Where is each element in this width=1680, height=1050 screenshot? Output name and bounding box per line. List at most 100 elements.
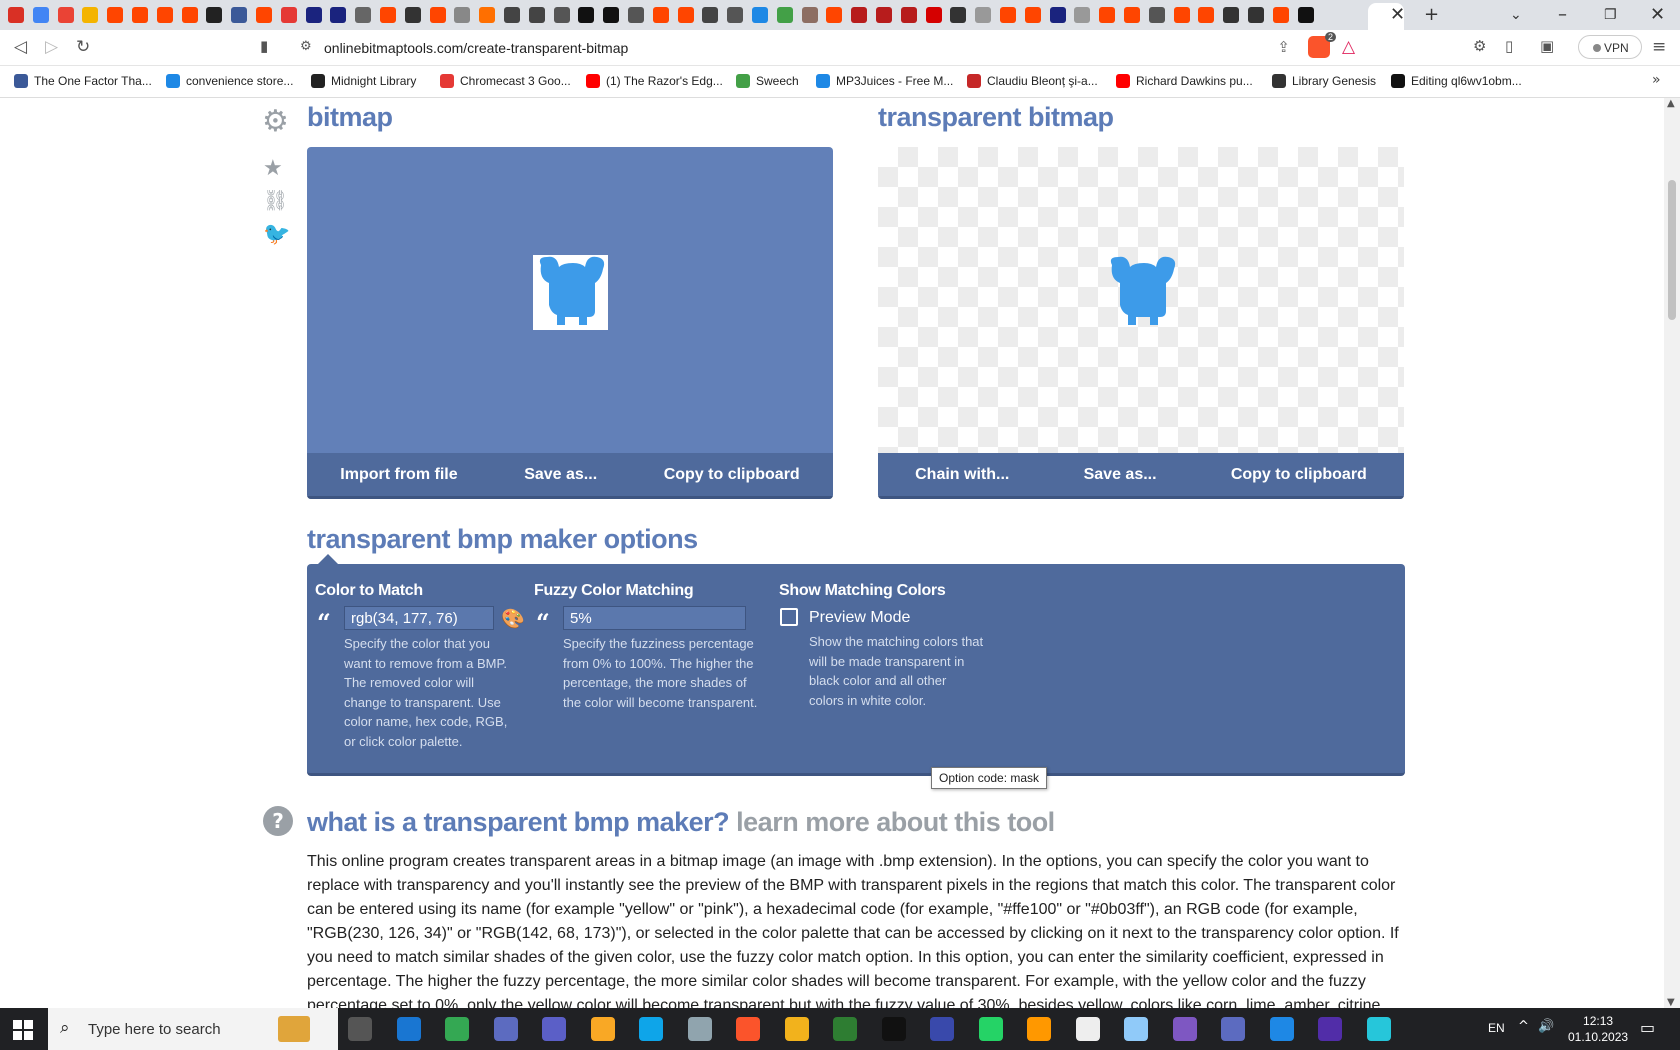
tray-chevron-icon[interactable]: ^: [1518, 1019, 1529, 1034]
new-tab-icon[interactable]: +: [1424, 4, 1439, 25]
pinned-tab[interactable]: [256, 7, 272, 23]
windows-start-icon[interactable]: [13, 1020, 33, 1040]
color-to-match-input[interactable]: rgb(34, 177, 76): [344, 606, 494, 630]
taskbar-app-icon[interactable]: [1221, 1017, 1245, 1041]
taskbar-app-icon[interactable]: [1027, 1017, 1051, 1041]
pinned-tab[interactable]: [181, 7, 198, 23]
taskbar-app-icon[interactable]: [1172, 1017, 1197, 1041]
taskbar-app-icon[interactable]: [978, 1017, 1003, 1041]
pinned-tab[interactable]: [1148, 7, 1165, 23]
pinned-tab[interactable]: [132, 7, 148, 23]
pinned-tab[interactable]: [752, 7, 768, 23]
taskbar-app-icon[interactable]: [590, 1017, 615, 1041]
pinned-tab[interactable]: [231, 7, 248, 23]
pinned-tab[interactable]: [454, 7, 471, 23]
pinned-tab[interactable]: [1000, 7, 1016, 23]
bookmark-item[interactable]: The One Factor Tha...: [14, 74, 152, 88]
taskbar-app-icon[interactable]: [1075, 1017, 1100, 1041]
bookmark-item[interactable]: Sweech: [736, 74, 799, 88]
volume-icon[interactable]: 🔊: [1538, 1019, 1554, 1034]
sidebar-icon[interactable]: ▯: [1505, 37, 1513, 55]
address-bar[interactable]: ⚙ onlinebitmaptools.com/create-transpare…: [290, 34, 1300, 62]
pinned-tab[interactable]: [504, 7, 520, 23]
pinned-tab[interactable]: [57, 7, 74, 23]
back-icon[interactable]: ◁: [14, 37, 27, 57]
bookmark-item[interactable]: Editing ql6wv1obm...: [1391, 74, 1522, 88]
pinned-tab[interactable]: [1297, 7, 1314, 23]
chain-with-button[interactable]: Chain with...: [915, 466, 1009, 484]
clock[interactable]: 12:13 01.10.2023: [1568, 1013, 1628, 1045]
more-bookmarks-icon[interactable]: »: [1652, 72, 1661, 88]
pinned-tab[interactable]: [280, 7, 297, 23]
pinned-tab[interactable]: [82, 7, 99, 23]
extensions-icon[interactable]: ⚙: [1473, 37, 1486, 55]
output-canvas[interactable]: [878, 147, 1404, 453]
brave-shields-icon[interactable]: 2: [1308, 32, 1336, 58]
pinned-tab[interactable]: [32, 7, 49, 23]
taskbar-app-icon[interactable]: [687, 1017, 712, 1041]
close-window-icon[interactable]: ✕: [1650, 4, 1665, 25]
pinned-tab[interactable]: [801, 7, 818, 23]
pinned-tab[interactable]: [603, 7, 620, 23]
twitter-icon[interactable]: 🐦: [263, 222, 290, 247]
share-icon[interactable]: ⇪: [1277, 38, 1290, 56]
about-subtitle[interactable]: learn more about this tool: [736, 807, 1055, 837]
pinned-tab[interactable]: [900, 7, 917, 23]
pinned-tab[interactable]: [876, 7, 892, 23]
scroll-up-icon[interactable]: ▲: [1667, 98, 1675, 109]
taskbar-app-icon[interactable]: [639, 1017, 663, 1041]
pinned-tab[interactable]: [1198, 7, 1215, 23]
taskbar-app-icon[interactable]: [1124, 1017, 1148, 1041]
taskbar-app-icon[interactable]: [784, 1017, 809, 1041]
taskbar-app-icon[interactable]: [1269, 1017, 1294, 1041]
taskbar-app-icon[interactable]: [881, 1017, 906, 1041]
bookmark-item[interactable]: Midnight Library: [311, 74, 416, 88]
taskbar-app-icon[interactable]: [833, 1017, 857, 1041]
pinned-tab[interactable]: [677, 7, 694, 23]
pinned-tab[interactable]: [206, 7, 223, 23]
pinned-tab[interactable]: [305, 7, 322, 23]
pinned-tab[interactable]: [330, 7, 347, 23]
bookmark-item[interactable]: Library Genesis: [1272, 74, 1376, 88]
color-palette-icon[interactable]: 🎨: [501, 607, 525, 630]
pinned-tab[interactable]: [851, 7, 868, 23]
gear-icon[interactable]: ⚙: [262, 104, 289, 139]
save-as-button[interactable]: Save as...: [1084, 466, 1157, 484]
search-highlight-icon[interactable]: [278, 1016, 310, 1042]
scroll-thumb[interactable]: [1668, 180, 1676, 320]
bookmark-item[interactable]: Chromecast 3 Goo...: [440, 74, 571, 88]
scroll-down-icon[interactable]: ▼: [1667, 997, 1675, 1008]
taskbar-app-icon[interactable]: [736, 1017, 760, 1041]
pinned-tab[interactable]: [702, 7, 719, 23]
bookmark-item[interactable]: MP3Juices - Free M...: [816, 74, 953, 88]
pinned-tab[interactable]: [776, 7, 793, 23]
close-tab-icon[interactable]: ✕: [1390, 4, 1405, 25]
preview-mode-checkbox[interactable]: [780, 608, 798, 626]
pinned-tab[interactable]: [1248, 7, 1264, 23]
copy-to-clipboard-button[interactable]: Copy to clipboard: [664, 466, 800, 484]
notifications-icon[interactable]: ▭: [1640, 1018, 1655, 1037]
taskbar-app-icon[interactable]: [1318, 1017, 1342, 1041]
tab-search-icon[interactable]: ⌄: [1510, 7, 1522, 23]
pinned-tab[interactable]: [1173, 7, 1190, 23]
restore-icon[interactable]: ❐: [1604, 7, 1617, 23]
pinned-tab[interactable]: [107, 7, 124, 23]
menu-icon[interactable]: ≡: [1652, 37, 1666, 57]
bookmark-item[interactable]: (1) The Razor's Edg...: [586, 74, 723, 88]
pinned-tab[interactable]: [652, 7, 669, 23]
taskbar-search[interactable]: ⌕ Type here to search: [48, 1008, 338, 1050]
pinned-tab[interactable]: [1074, 7, 1091, 23]
pinned-tab[interactable]: [479, 7, 496, 23]
taskbar-app-icon[interactable]: [542, 1017, 566, 1041]
bookmark-item[interactable]: Richard Dawkins pu...: [1116, 74, 1253, 88]
fuzzy-input[interactable]: 5%: [563, 606, 746, 630]
bookmark-item[interactable]: convenience store...: [166, 74, 293, 88]
taskbar-app-icon[interactable]: [445, 1017, 469, 1041]
pinned-tab[interactable]: [553, 7, 570, 23]
site-info-icon[interactable]: ⚙: [300, 39, 312, 54]
brave-rewards-icon[interactable]: △: [1342, 37, 1355, 57]
pinned-tab[interactable]: [380, 7, 396, 23]
link-icon[interactable]: ⛓: [263, 188, 288, 212]
pinned-tab[interactable]: [429, 7, 446, 23]
vpn-button[interactable]: VPN: [1578, 35, 1642, 59]
